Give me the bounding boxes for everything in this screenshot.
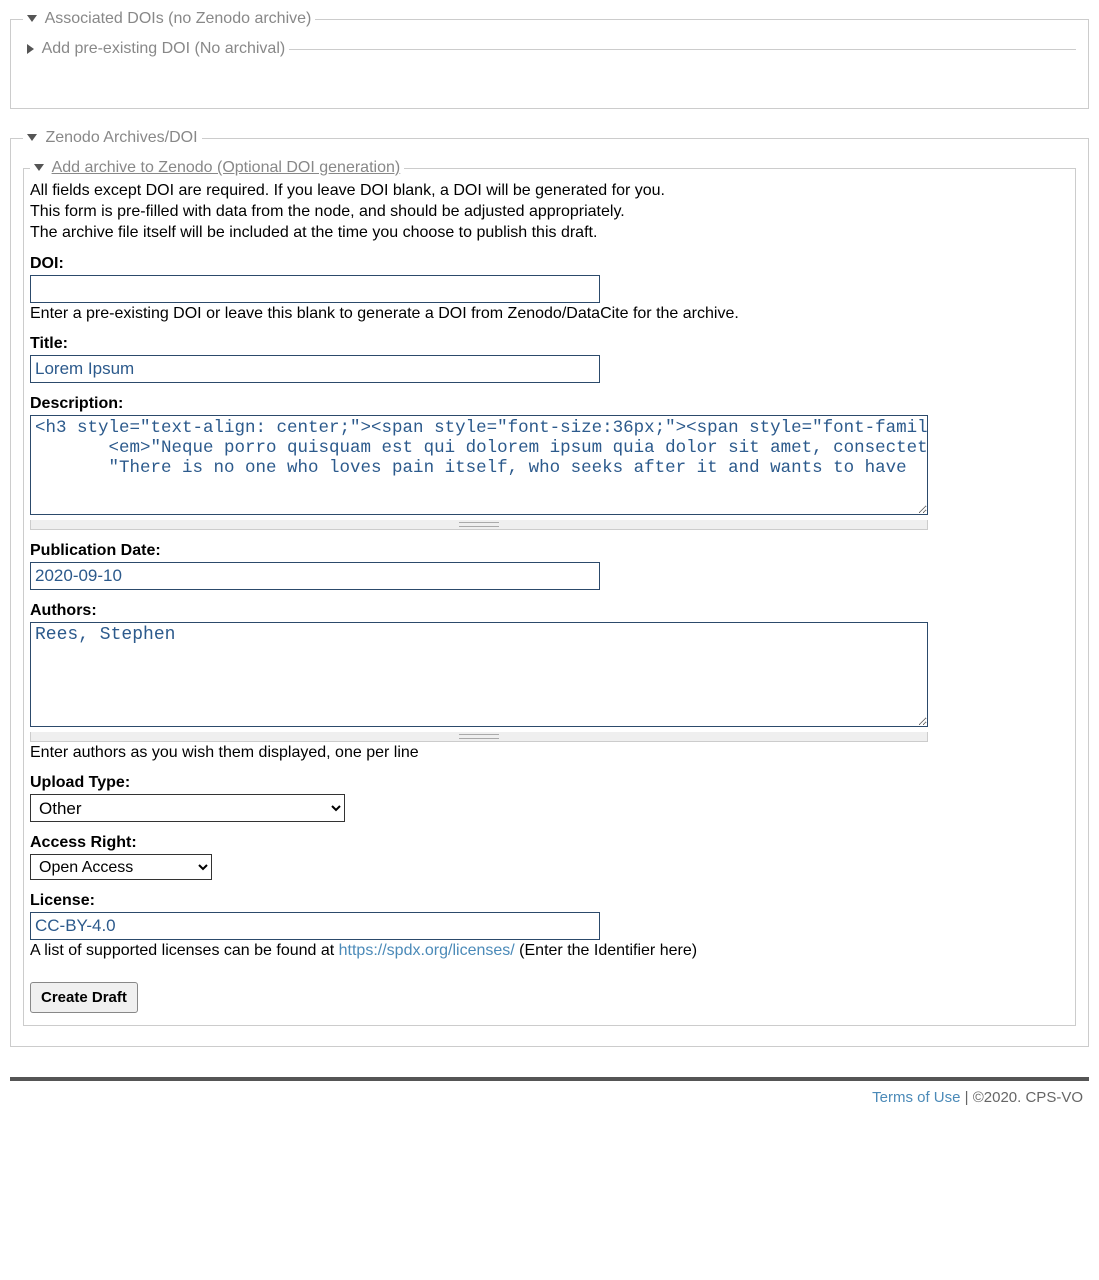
license-label: License: <box>30 892 1069 910</box>
license-help-link[interactable]: https://spdx.org/licenses/ <box>339 942 515 959</box>
zenodo-archives-legend[interactable]: Zenodo Archives/DOI <box>23 129 202 147</box>
associated-dois-fieldset: Associated DOIs (no Zenodo archive) Add … <box>10 10 1089 109</box>
upload-type-field: Upload Type: Other <box>30 774 1069 822</box>
access-right-label: Access Right: <box>30 834 1069 852</box>
upload-type-select[interactable]: Other <box>30 794 345 822</box>
doi-label: DOI: <box>30 255 1069 273</box>
zenodo-archives-fieldset: Zenodo Archives/DOI Add archive to Zenod… <box>10 129 1089 1047</box>
description-resize-grip[interactable] <box>30 520 928 530</box>
pubdate-field: Publication Date: <box>30 542 1069 590</box>
footer-copyright: ©2020. CPS-VO <box>973 1089 1083 1106</box>
intro-text: All fields except DOI are required. If y… <box>30 181 1069 243</box>
authors-resize-grip[interactable] <box>30 732 928 742</box>
license-help-prefix: A list of supported licenses can be foun… <box>30 942 339 959</box>
add-preexisting-doi-legend-text: Add pre-existing DOI (No archival) <box>42 40 286 57</box>
terms-of-use-link[interactable]: Terms of Use <box>872 1089 960 1106</box>
description-label: Description: <box>30 395 1069 413</box>
caret-down-icon <box>34 164 44 171</box>
description-field: Description: <box>30 395 1069 530</box>
intro-line2: This form is pre-filled with data from t… <box>30 203 625 220</box>
create-draft-button[interactable]: Create Draft <box>30 982 138 1013</box>
license-field: License: A list of supported licenses ca… <box>30 892 1069 960</box>
caret-down-icon <box>27 134 37 141</box>
doi-help: Enter a pre-existing DOI or leave this b… <box>30 305 1069 323</box>
add-archive-zenodo-fieldset: Add archive to Zenodo (Optional DOI gene… <box>23 159 1076 1026</box>
footer: Terms of Use | ©2020. CPS-VO <box>10 1077 1089 1110</box>
upload-type-label: Upload Type: <box>30 774 1069 792</box>
add-preexisting-doi-fieldset: Add pre-existing DOI (No archival) <box>23 40 1076 58</box>
add-archive-zenodo-legend[interactable]: Add archive to Zenodo (Optional DOI gene… <box>30 159 404 177</box>
add-preexisting-doi-legend[interactable]: Add pre-existing DOI (No archival) <box>23 40 289 58</box>
license-input[interactable] <box>30 912 600 940</box>
authors-help: Enter authors as you wish them displayed… <box>30 744 1069 762</box>
title-field: Title: <box>30 335 1069 383</box>
license-help-suffix: (Enter the Identifier here) <box>515 942 697 959</box>
zenodo-archives-legend-text: Zenodo Archives/DOI <box>45 129 197 146</box>
title-input[interactable] <box>30 355 600 383</box>
pubdate-label: Publication Date: <box>30 542 1069 560</box>
footer-sep: | <box>960 1089 972 1106</box>
associated-dois-legend[interactable]: Associated DOIs (no Zenodo archive) <box>23 10 315 28</box>
doi-input[interactable] <box>30 275 600 303</box>
doi-field: DOI: Enter a pre-existing DOI or leave t… <box>30 255 1069 323</box>
access-right-field: Access Right: Open Access <box>30 834 1069 880</box>
authors-field: Authors: Enter authors as you wish them … <box>30 602 1069 762</box>
authors-label: Authors: <box>30 602 1069 620</box>
add-archive-zenodo-legend-link[interactable]: Add archive to Zenodo (Optional DOI gene… <box>52 159 401 176</box>
caret-down-icon <box>27 15 37 22</box>
description-textarea[interactable] <box>30 415 928 515</box>
associated-dois-legend-text: Associated DOIs (no Zenodo archive) <box>45 10 312 27</box>
caret-right-icon <box>27 44 34 54</box>
license-help: A list of supported licenses can be foun… <box>30 942 1069 960</box>
authors-textarea[interactable] <box>30 622 928 727</box>
intro-line3: The archive file itself will be included… <box>30 224 597 241</box>
pubdate-input[interactable] <box>30 562 600 590</box>
intro-line1: All fields except DOI are required. If y… <box>30 182 665 199</box>
access-right-select[interactable]: Open Access <box>30 854 212 880</box>
title-label: Title: <box>30 335 1069 353</box>
